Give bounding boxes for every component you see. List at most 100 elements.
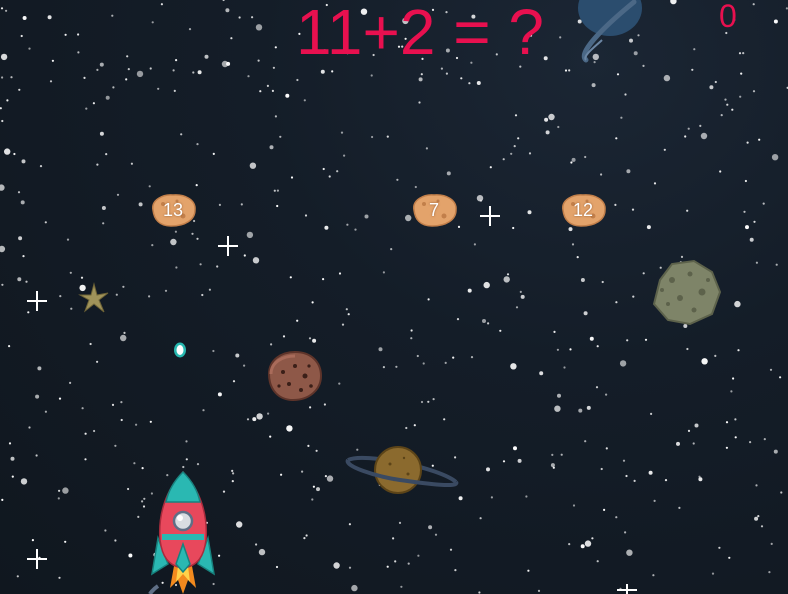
star-dot [624, 93, 627, 96]
answer-asteroid-13[interactable]: 13 [149, 192, 197, 228]
rocket-icon[interactable] [140, 468, 226, 594]
star-dot [648, 470, 653, 475]
star-dot [305, 534, 308, 537]
star-dot [10, 456, 15, 461]
star-dot [626, 549, 633, 556]
star-dot [584, 440, 587, 443]
star-dot [686, 209, 689, 212]
star-dot [196, 143, 199, 146]
star-dot [427, 298, 430, 301]
star-dot [47, 15, 52, 20]
star-dot [170, 238, 177, 246]
star-dot [527, 569, 530, 572]
star-dot [301, 470, 304, 473]
star-dot [510, 152, 513, 155]
star-dot [236, 521, 243, 528]
star-dot [326, 475, 334, 482]
answer-label: 13 [162, 200, 184, 220]
star-dot [39, 165, 43, 168]
star-dot [726, 103, 729, 106]
star-dot [267, 412, 270, 415]
star-dot [22, 255, 25, 258]
star-dot [572, 504, 576, 507]
star-dot [548, 113, 555, 121]
star-dot [528, 152, 532, 155]
star-dot [738, 52, 742, 55]
star-dot [586, 405, 591, 410]
star-dot [274, 46, 277, 49]
star-dot [709, 85, 714, 90]
star-dot [479, 517, 482, 520]
star-dot [275, 565, 279, 569]
star-dot [218, 203, 221, 206]
star-dot [460, 77, 463, 80]
star-dot [698, 477, 703, 482]
star-dot [17, 277, 22, 282]
star-dot [44, 410, 48, 413]
star-dot [21, 159, 26, 164]
star-dot [354, 228, 357, 231]
star-dot [105, 153, 108, 156]
star-dot [745, 225, 749, 230]
star-dot [584, 540, 592, 547]
star-dot [698, 475, 701, 478]
star-dot [663, 74, 671, 82]
star-dot [615, 516, 618, 519]
star-dot [185, 458, 188, 461]
star-dot [591, 83, 596, 88]
star-dot [755, 484, 758, 487]
star-dot [1, 498, 4, 501]
star-dot [257, 59, 260, 62]
star-dot [525, 495, 528, 498]
star-dot [603, 508, 606, 511]
star-dot [323, 403, 326, 406]
star-dot [348, 566, 352, 569]
star-dot [92, 102, 95, 105]
star-dot [217, 392, 222, 397]
star-dot [693, 48, 696, 51]
star-dot [31, 539, 34, 542]
star-dot [394, 560, 397, 563]
star-dot [35, 394, 40, 399]
star-dot [266, 84, 269, 87]
star-dot [136, 70, 144, 78]
star-dot [719, 170, 722, 173]
star-dot [537, 589, 541, 593]
answer-asteroid-12[interactable]: 12 [559, 192, 607, 228]
star-dot [62, 487, 69, 494]
star-dot [0, 184, 5, 191]
star-dot [80, 276, 84, 279]
star-dot [576, 256, 579, 259]
star-dot [473, 243, 476, 246]
star-dot [407, 562, 410, 565]
star-dot [271, 89, 274, 92]
star-dot [762, 202, 765, 205]
star-dot [458, 496, 463, 501]
star-dot [398, 521, 402, 525]
star-dot [371, 135, 374, 139]
star-dot [276, 189, 279, 192]
star-dot [272, 66, 275, 69]
star-dot [749, 441, 752, 444]
star-dot [632, 295, 635, 298]
star-dot [308, 337, 312, 340]
star-dot [309, 406, 312, 409]
star-dot [583, 311, 588, 316]
star-dot [240, 203, 243, 206]
star-dot [5, 9, 8, 12]
star-dot [502, 158, 505, 161]
star-dot [99, 62, 104, 67]
star-dot [370, 74, 373, 77]
star-dot [104, 529, 107, 532]
star-dot [120, 418, 123, 422]
star-dot [8, 442, 12, 445]
star-dot [517, 458, 522, 463]
star-dot [57, 497, 60, 500]
answer-asteroid-7[interactable]: 7 [410, 192, 458, 228]
star-dot [58, 397, 62, 400]
star-dot [520, 294, 525, 299]
star-dot [322, 167, 325, 171]
star-dot [600, 173, 603, 176]
star-dot [212, 152, 215, 155]
star-dot [780, 491, 783, 494]
